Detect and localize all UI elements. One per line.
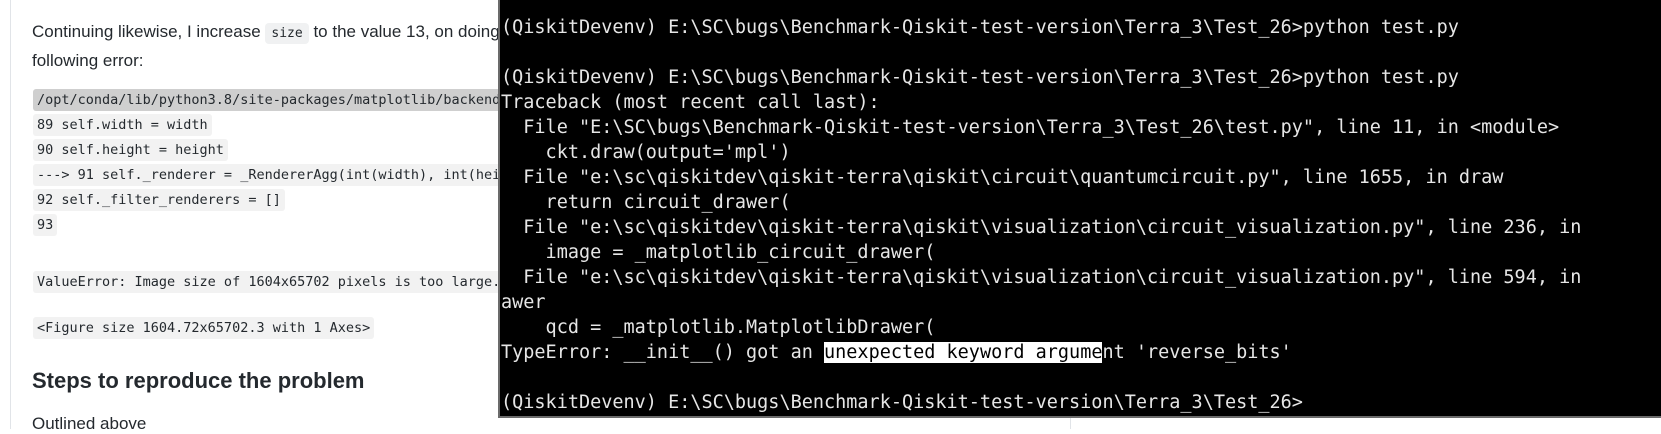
terminal-output: (QiskitDevenv) E:\SC\bugs\Benchmark-Qisk… — [501, 15, 1581, 415]
error-selection-highlight: unexpected keyword argume — [824, 342, 1103, 363]
error-prefix: TypeError: __init__() got an — [501, 342, 825, 363]
figure-size-line: <Figure size 1604.72x65702.3 with 1 Axes… — [33, 317, 375, 339]
steps-heading: Steps to reproduce the problem — [32, 368, 365, 393]
terminal-line: File "e:\sc\qiskitdev\qiskit-terra\qiski… — [501, 267, 1582, 288]
terminal-line: File "e:\sc\qiskitdev\qiskit-terra\qiski… — [501, 217, 1582, 238]
code-line: 89 self.width = width — [33, 114, 212, 136]
code-line: 90 self.height = height — [33, 139, 228, 161]
content-border-left — [10, 0, 11, 429]
terminal-prompt[interactable]: (QiskitDevenv) E:\SC\bugs\Benchmark-Qisk… — [501, 390, 1581, 415]
code-line: 93 — [33, 214, 58, 236]
error-suffix: nt 'reverse_bits' — [1102, 342, 1292, 363]
terminal-line: qcd = _matplotlib.MatplotlibDrawer( — [501, 317, 936, 338]
terminal-error-line: TypeError: __init__() got an unexpected … — [501, 340, 1581, 365]
terminal-window[interactable]: (QiskitDevenv) E:\SC\bugs\Benchmark-Qisk… — [498, 0, 1661, 418]
terminal-line: Traceback (most recent call last): — [501, 92, 880, 113]
terminal-line: (QiskitDevenv) E:\SC\bugs\Benchmark-Qisk… — [501, 17, 1459, 38]
terminal-line: (QiskitDevenv) E:\SC\bugs\Benchmark-Qisk… — [501, 67, 1459, 88]
code-line: 92 self._filter_renderers = [] — [33, 189, 285, 211]
terminal-line: ckt.draw(output='mpl') — [501, 142, 791, 163]
terminal-line: image = _matplotlib_circuit_drawer( — [501, 242, 936, 263]
outlined-text: Outlined above — [32, 414, 147, 433]
terminal-line: awer — [501, 292, 546, 313]
terminal-line: File "E:\SC\bugs\Benchmark-Qiskit-test-v… — [501, 117, 1560, 138]
para-text-line2: following error: — [32, 51, 144, 70]
inline-code-size: size — [265, 23, 309, 44]
terminal-line: return circuit_drawer( — [501, 192, 791, 213]
para-text-before: Continuing likewise, I increase — [32, 22, 266, 41]
terminal-line: File "e:\sc\qiskitdev\qiskit-terra\qiski… — [501, 167, 1504, 188]
